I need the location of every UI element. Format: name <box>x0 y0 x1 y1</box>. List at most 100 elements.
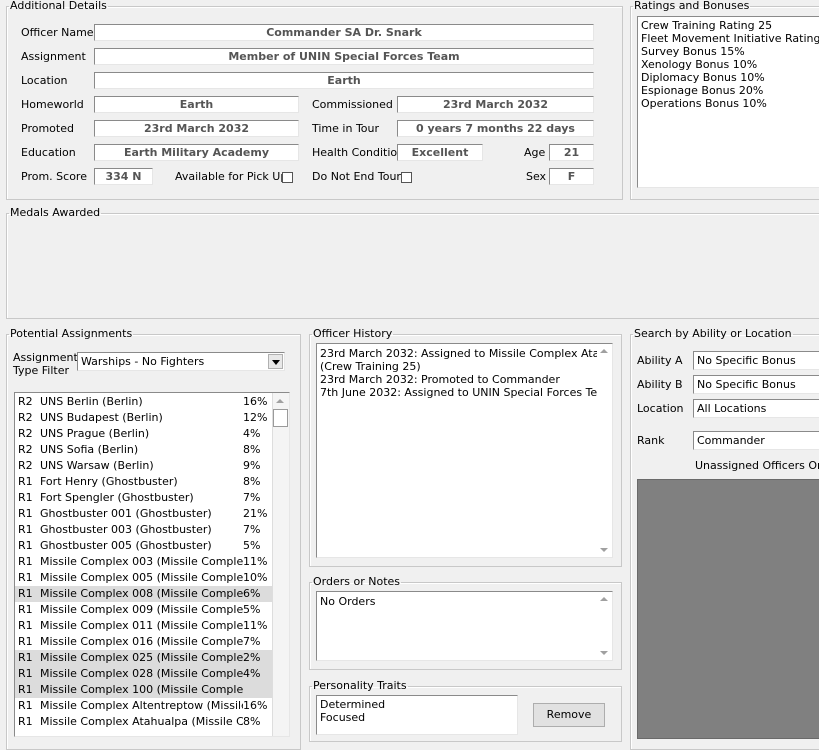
potential-assignments-title: Potential Assignments <box>10 327 133 340</box>
ability-a-select[interactable]: No Specific Bonus <box>693 351 819 370</box>
assignment-row[interactable]: R1 Fort Spengler (Ghostbuster) 7% <box>15 490 273 506</box>
ratings-list[interactable]: Crew Training Rating 25 Fleet Movement I… <box>637 16 819 188</box>
orders-textarea[interactable]: No Orders <box>316 591 613 661</box>
ability-b-select[interactable]: No Specific Bonus <box>693 375 819 394</box>
rating-item: Xenology Bonus 10% <box>641 58 758 71</box>
assignment-type-filter-select[interactable]: Warships - No Fighters <box>77 352 285 371</box>
unassigned-only-label[interactable]: Unassigned Officers Only <box>695 459 819 473</box>
assignment-rank: R2 <box>18 443 33 456</box>
assignment-percent: 4% <box>243 667 261 680</box>
assignment-name: Fort Henry (Ghostbuster) <box>40 475 178 488</box>
health-label: Health Condition <box>312 146 405 159</box>
assignment-name: UNS Sofia (Berlin) <box>40 443 139 456</box>
rank-value: Commander <box>697 434 765 447</box>
assignment-name: Missile Complex 025 (Missile Complex) <box>40 651 243 664</box>
assignment-name: Ghostbuster 005 (Ghostbuster) <box>40 539 212 552</box>
assignment-name: UNS Warsaw (Berlin) <box>40 459 154 472</box>
assignment-name: Ghostbuster 001 (Ghostbuster) <box>40 507 212 520</box>
scrollbar-thumb[interactable] <box>273 409 288 427</box>
assignment-row[interactable]: R1 Missile Complex 100 (Missile Complex) <box>15 682 273 698</box>
ability-b-value: No Specific Bonus <box>697 378 796 391</box>
assignment-row[interactable]: R1 Ghostbuster 005 (Ghostbuster) 5% <box>15 538 273 554</box>
assignment-row[interactable]: R1 Fort Henry (Ghostbuster) 8% <box>15 474 273 490</box>
history-line: (Crew Training 25) <box>320 360 421 373</box>
promoted-field[interactable]: 23rd March 2032 <box>94 120 299 137</box>
assignment-row[interactable]: R1 Missile Complex 011 (Missile Complex) 1… <box>15 618 273 634</box>
assignment-row[interactable]: R2 UNS Berlin (Berlin) 16% <box>15 394 273 410</box>
homeworld-field[interactable]: Earth <box>94 96 299 113</box>
education-field[interactable]: Earth Military Academy <box>94 144 299 161</box>
assignment-percent: 16% <box>243 395 268 408</box>
medals-group: Medals Awarded <box>6 207 819 319</box>
search-results-panel[interactable] <box>637 479 819 739</box>
assignment-row[interactable]: R1 Ghostbuster 003 (Ghostbuster) 7% <box>15 522 273 538</box>
assignment-field[interactable]: Member of UNIN Special Forces Team <box>94 48 594 65</box>
assignment-rank: R1 <box>18 539 33 552</box>
sex-field[interactable]: F <box>549 168 594 185</box>
scroll-down-icon[interactable] <box>600 548 608 552</box>
assignment-percent: 5% <box>243 539 261 552</box>
scroll-up-icon[interactable] <box>276 399 284 403</box>
assignment-row[interactable]: R2 UNS Sofia (Berlin) 8% <box>15 442 273 458</box>
commissioned-field[interactable]: 23rd March 2032 <box>397 96 594 113</box>
assignment-row[interactable]: R1 Missile Complex 028 (Missile Complex) 4… <box>15 666 273 682</box>
assignment-row[interactable]: R2 UNS Prague (Berlin) 4% <box>15 426 273 442</box>
do-not-end-checkbox[interactable] <box>401 172 412 183</box>
assignment-rank: R1 <box>18 571 33 584</box>
assignment-row[interactable]: R2 UNS Budapest (Berlin) 12% <box>15 410 273 426</box>
orders-text: No Orders <box>320 595 376 608</box>
assignment-row[interactable]: R1 Ghostbuster 001 (Ghostbuster) 21% <box>15 506 273 522</box>
prom-score-field[interactable]: 334 N <box>94 168 153 185</box>
location-label: Location <box>21 74 68 87</box>
assignment-rank: R1 <box>18 507 33 520</box>
location-field[interactable]: Earth <box>94 72 594 89</box>
scroll-down-icon[interactable] <box>600 651 608 655</box>
assignment-row[interactable]: R1 Missile Complex 005 (Missile Complex) 1… <box>15 570 273 586</box>
personality-list[interactable]: Determined Focused <box>316 695 518 735</box>
assignment-filter-label-2: Type Filter <box>13 364 70 377</box>
rank-select[interactable]: Commander <box>693 431 819 450</box>
assignment-percent: 8% <box>243 443 261 456</box>
assignment-row[interactable]: R1 Missile Complex 009 (Missile Complex) 5… <box>15 602 273 618</box>
assignment-name: UNS Berlin (Berlin) <box>40 395 143 408</box>
chevron-down-icon[interactable] <box>268 354 283 369</box>
education-label: Education <box>21 146 76 159</box>
commissioned-label: Commissioned <box>312 98 393 111</box>
available-checkbox[interactable] <box>282 172 293 183</box>
assignment-row[interactable]: R1 Missile Complex 003 (Missile Complex) 1… <box>15 554 273 570</box>
officer-name-field[interactable]: Commander SA Dr. Snark <box>94 24 594 41</box>
search-location-value: All Locations <box>697 402 767 415</box>
search-location-label: Location <box>637 402 684 415</box>
age-field[interactable]: 21 <box>549 144 594 161</box>
assignment-rank: R1 <box>18 491 33 504</box>
time-in-tour-field[interactable]: 0 years 7 months 22 days <box>397 120 594 137</box>
assignment-name: Missile Complex 016 (Missile Complex) <box>40 635 243 648</box>
assignments-scrollbar[interactable] <box>272 393 289 736</box>
orders-title: Orders or Notes <box>313 575 401 588</box>
assignment-row[interactable]: R1 Missile Complex Altentreptow (Missile … <box>15 698 273 714</box>
officer-history-text[interactable]: 23rd March 2032: Assigned to Missile Com… <box>316 343 613 558</box>
ability-b-label: Ability B <box>637 378 683 391</box>
assignment-rank: R1 <box>18 555 33 568</box>
assignment-filter-label-1: Assignment <box>13 351 78 364</box>
scroll-up-icon[interactable] <box>600 597 608 601</box>
orders-scrollbar[interactable] <box>597 592 612 660</box>
assignment-rank: R2 <box>18 395 33 408</box>
trait-item: Focused <box>320 711 366 724</box>
assignment-rank: R1 <box>18 587 33 600</box>
assignment-row[interactable]: R1 Missile Complex 016 (Missile Complex) 7… <box>15 634 273 650</box>
potential-assignments-list[interactable]: R2 UNS Berlin (Berlin) 16% R2 UNS Budapest (… <box>14 392 290 737</box>
history-line: 23rd March 2032: Promoted to Commander <box>320 373 560 386</box>
assignment-row[interactable]: R2 UNS Warsaw (Berlin) 9% <box>15 458 273 474</box>
scroll-up-icon[interactable] <box>600 349 608 353</box>
officer-name-label: Officer Name <box>21 26 94 39</box>
assignment-row[interactable]: R1 Missile Complex 025 (Missile Complex) 2… <box>15 650 273 666</box>
remove-button[interactable]: Remove <box>533 703 605 727</box>
assignment-rank: R1 <box>18 635 33 648</box>
search-location-select[interactable]: All Locations <box>693 399 819 418</box>
history-scrollbar[interactable] <box>597 344 612 557</box>
assignment-row[interactable]: R1 Missile Complex 008 (Missile Complex) 6… <box>15 586 273 602</box>
assignment-rank: R2 <box>18 411 33 424</box>
assignment-name: Missile Complex 003 (Missile Complex) <box>40 555 243 568</box>
health-field[interactable]: Excellent <box>397 144 483 161</box>
